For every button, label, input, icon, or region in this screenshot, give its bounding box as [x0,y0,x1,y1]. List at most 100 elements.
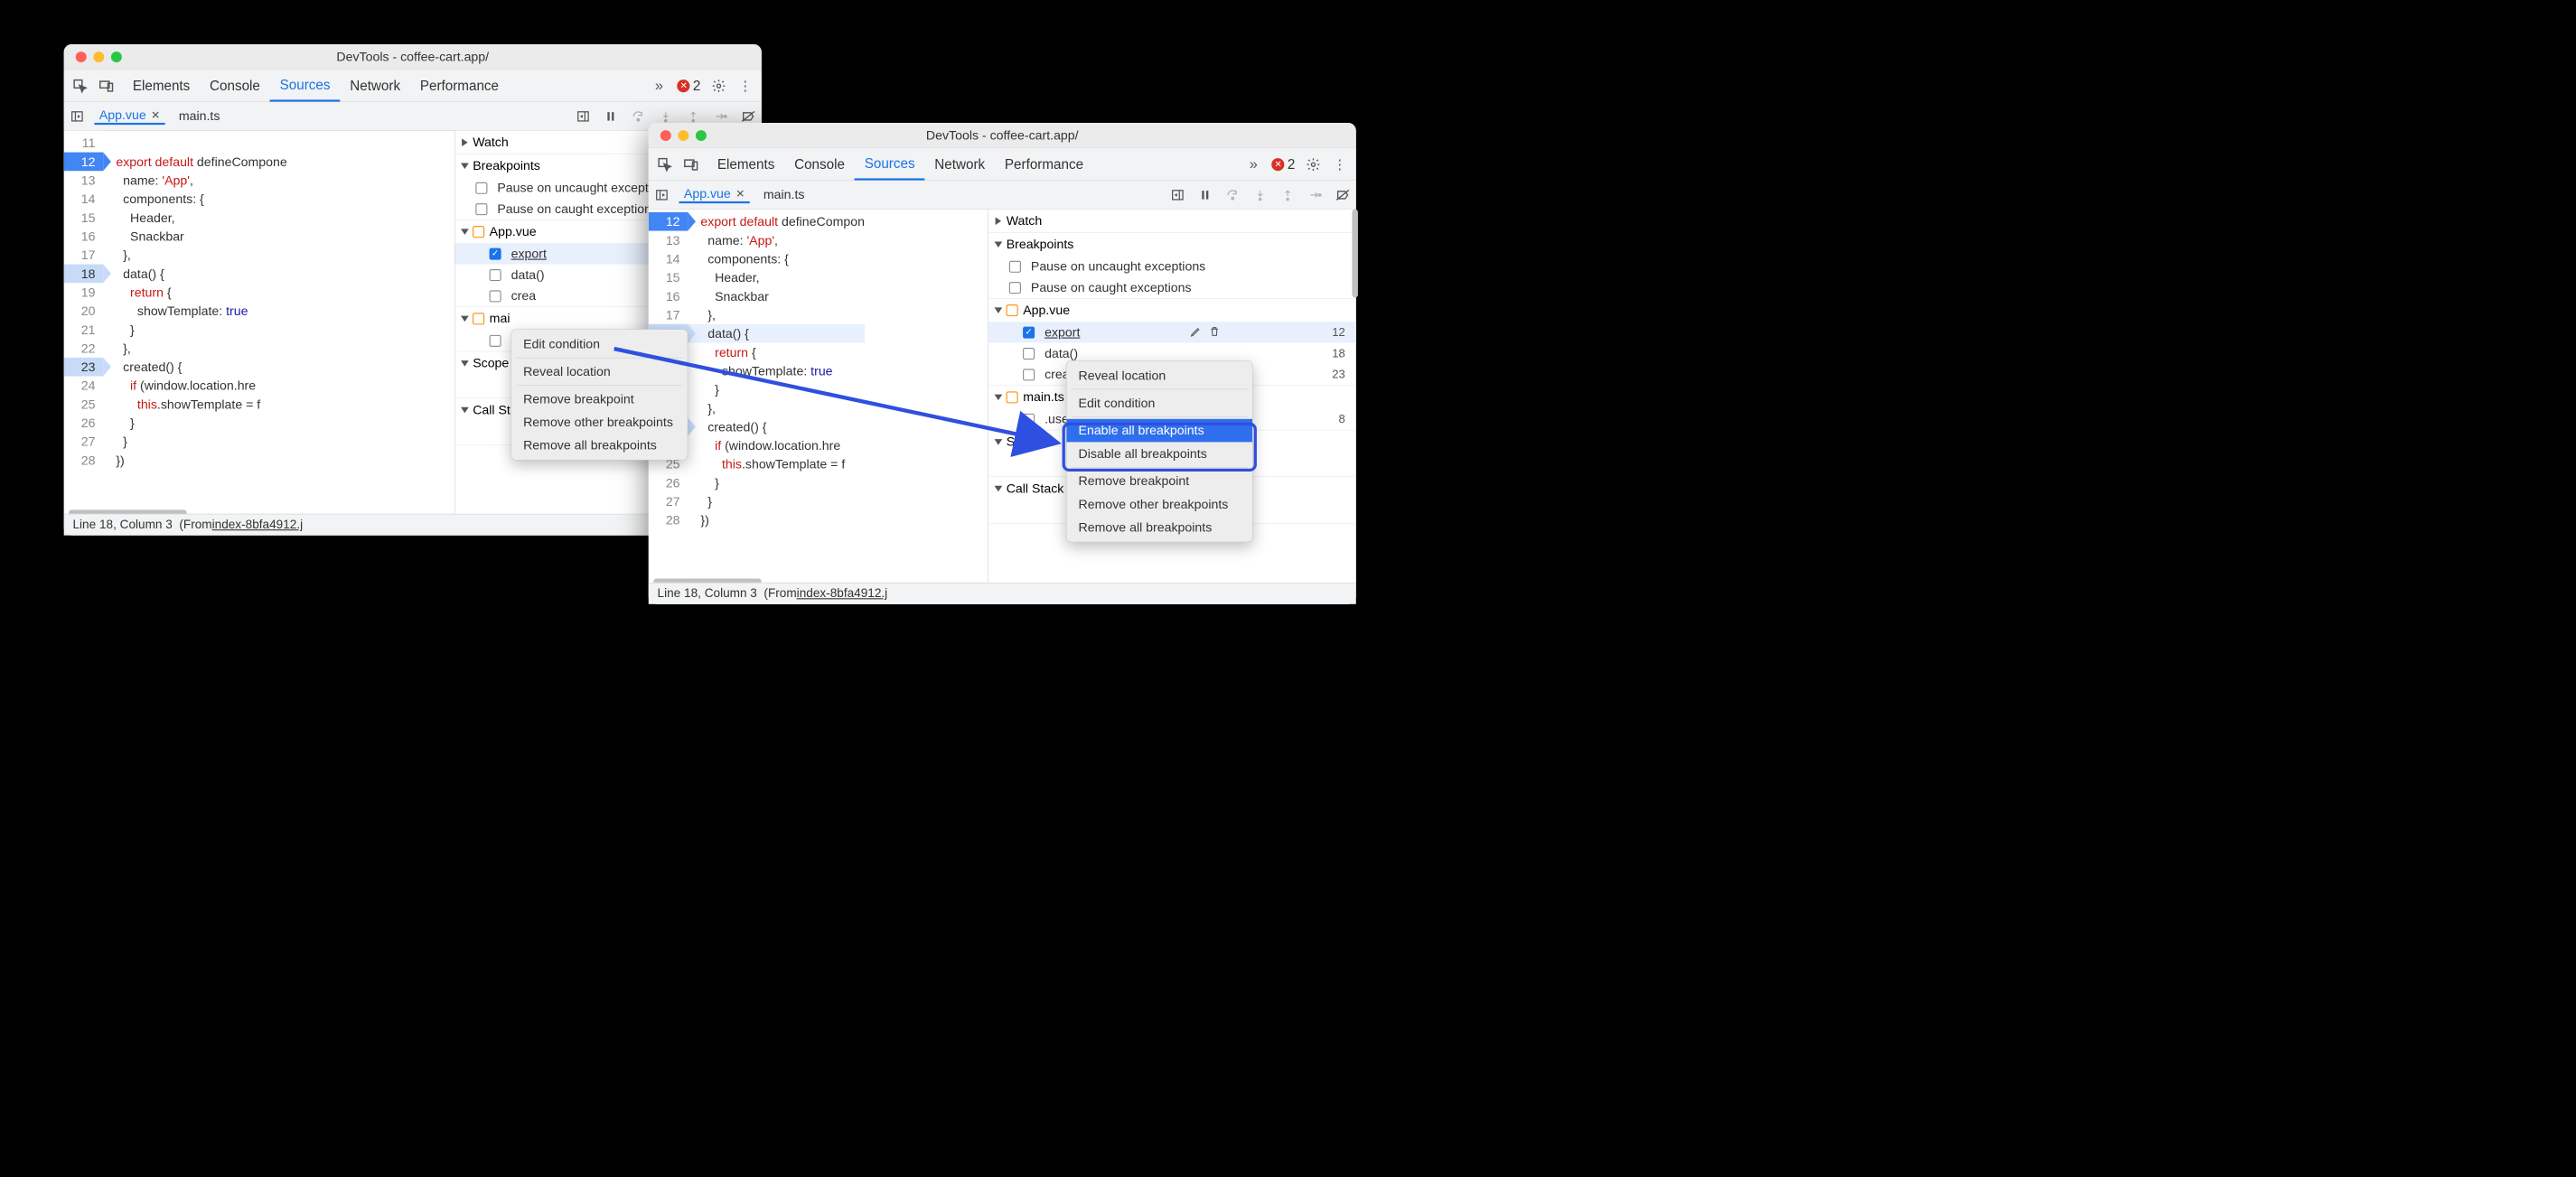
step-over-icon[interactable] [630,107,646,124]
ctx-remove-other[interactable]: Remove other breakpoints [1066,492,1252,516]
inspect-icon[interactable] [656,156,672,173]
error-count[interactable]: ✕2 [678,78,701,93]
checkbox-label: Pause on uncaught exceptions [1031,259,1205,275]
checkbox-icon[interactable] [490,269,501,281]
sourcemap-link[interactable]: index-8bfa4912.j [797,586,888,601]
main-toolbar: Elements Console Sources Network Perform… [649,148,1356,181]
ctx-remove-all[interactable]: Remove all breakpoints [511,434,688,457]
breakpoint-line: 18 [1332,347,1349,360]
section-title: Scope [473,356,509,371]
navigator-toggle-icon[interactable] [653,186,670,202]
gear-icon[interactable] [1305,156,1321,173]
pause-icon[interactable] [1197,186,1213,202]
error-count-value: 2 [693,78,700,93]
minimize-icon[interactable] [93,51,104,62]
pause-caught-toggle[interactable]: Pause on caught exceptions [988,277,1356,298]
ctx-remove-breakpoint[interactable]: Remove breakpoint [511,388,688,411]
filetab-app-vue[interactable]: App.vue✕ [94,107,164,125]
step-over-icon[interactable] [1224,186,1241,202]
checkbox-icon[interactable] [490,290,501,302]
filetab-main-ts[interactable]: main.ts [758,187,809,202]
code-editor[interactable]: 1213141516171819202122232425262728 expor… [649,210,988,583]
device-toolbar-icon[interactable] [98,78,115,94]
watch-section[interactable]: Watch [988,210,1356,233]
filetab-app-vue[interactable]: App.vue✕ [679,186,749,203]
code-editor[interactable]: 111213141516171819202122232425262728 exp… [64,131,454,514]
checkbox-icon[interactable] [1023,348,1035,360]
devtools-window-right: DevTools - coffee-cart.app/ Elements Con… [649,123,1356,604]
close-icon[interactable]: ✕ [151,108,160,121]
filetab-label: main.ts [763,187,805,202]
ctx-disable-all[interactable]: Disable all breakpoints [1066,442,1252,465]
checkbox-icon[interactable] [490,335,501,347]
debugger-toggle-icon[interactable] [575,107,591,124]
tab-network[interactable]: Network [340,70,410,101]
horizontal-scrollbar[interactable] [653,579,762,583]
kebab-icon[interactable]: ⋮ [737,78,754,94]
breakpoint-entry[interactable]: export 12 [988,322,1356,342]
inspect-icon[interactable] [71,78,88,94]
close-icon[interactable]: ✕ [735,187,745,200]
debugger-toggle-icon[interactable] [1169,186,1185,202]
tab-sources[interactable]: Sources [855,148,925,180]
checkbox-icon[interactable] [1023,369,1035,380]
checkbox-icon[interactable] [490,248,501,259]
context-menu-left: Edit condition Reveal location Remove br… [511,329,688,460]
titlebar: DevTools - coffee-cart.app/ [649,123,1356,148]
ctx-remove-breakpoint[interactable]: Remove breakpoint [1066,470,1252,493]
tab-console[interactable]: Console [784,148,855,180]
vertical-scrollbar[interactable] [1352,210,1358,298]
edit-icon[interactable] [1190,325,1204,339]
trash-icon[interactable] [1209,325,1222,339]
checkbox-icon[interactable] [1023,326,1035,338]
statusbar: Line 18, Column 3 (From index-8bfa4912.j [649,583,1356,604]
kebab-icon[interactable]: ⋮ [1332,156,1348,173]
filetab-label: main.ts [179,108,220,124]
pause-icon[interactable] [603,107,619,124]
horizontal-scrollbar[interactable] [69,509,187,513]
file-label: mai [490,311,511,326]
ctx-remove-other[interactable]: Remove other breakpoints [511,411,688,434]
section-title: Breakpoints [1007,237,1074,252]
tab-console[interactable]: Console [200,70,270,101]
ctx-reveal-location[interactable]: Reveal location [1066,364,1252,388]
more-tabs-icon[interactable]: » [651,78,667,94]
deactivate-breakpoints-icon[interactable] [1335,186,1351,202]
ctx-edit-condition[interactable]: Edit condition [1066,391,1252,415]
ctx-remove-all[interactable]: Remove all breakpoints [1066,516,1252,539]
file-subbar: App.vue✕ main.ts [649,181,1356,210]
minimize-icon[interactable] [678,130,688,141]
breakpoint-file-app[interactable]: App.vue [988,299,1356,322]
tab-performance[interactable]: Performance [995,148,1093,180]
file-icon [1007,304,1018,316]
zoom-icon[interactable] [696,130,707,141]
sourcemap-link[interactable]: index-8bfa4912.j [212,518,304,532]
breakpoints-section[interactable]: Breakpoints [988,233,1356,257]
step-into-icon[interactable] [1251,186,1268,202]
ctx-enable-all[interactable]: Enable all breakpoints [1066,419,1252,443]
more-tabs-icon[interactable]: » [1245,156,1261,173]
tab-performance[interactable]: Performance [410,70,509,101]
error-count[interactable]: ✕2 [1271,156,1295,172]
tab-elements[interactable]: Elements [123,70,200,101]
gear-icon[interactable] [710,78,726,94]
navigator-toggle-icon[interactable] [69,107,85,124]
checkbox-label: Pause on caught exceptions [497,201,658,217]
tab-elements[interactable]: Elements [707,148,784,180]
close-icon[interactable] [76,51,87,62]
checkbox-label: Pause on uncaught exceptions [497,181,671,196]
step-icon[interactable] [1307,186,1323,202]
filetab-main-ts[interactable]: main.ts [173,108,224,124]
close-icon[interactable] [660,130,671,141]
ctx-reveal-location[interactable]: Reveal location [511,360,688,384]
step-out-icon[interactable] [1279,186,1296,202]
device-toolbar-icon[interactable] [683,156,699,173]
ctx-edit-condition[interactable]: Edit condition [511,332,688,356]
context-menu-right: Reveal location Edit condition Enable al… [1066,360,1253,542]
breakpoint-text: data() [1044,346,1078,361]
pause-uncaught-toggle[interactable]: Pause on uncaught exceptions [988,256,1356,276]
checkbox-icon[interactable] [1023,414,1035,425]
zoom-icon[interactable] [111,51,122,62]
tab-network[interactable]: Network [924,148,995,180]
tab-sources[interactable]: Sources [270,70,341,101]
